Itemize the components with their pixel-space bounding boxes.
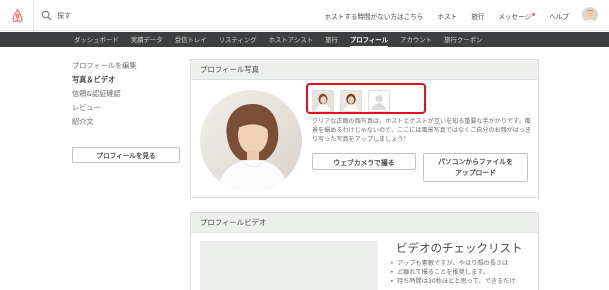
tab-stats[interactable]: 実績データ: [131, 35, 163, 44]
tab-inbox[interactable]: 受信トレイ: [175, 35, 207, 44]
video-placeholder: [200, 241, 378, 290]
search-icon: [41, 10, 52, 21]
profile-photo-hint: クリアな正面の顔写真は、ホストとゲストが互いを知る重要な手がかりです。風景を撮め…: [312, 118, 532, 143]
tab-profile[interactable]: プロフィール: [349, 35, 389, 48]
webcam-capture-button[interactable]: ウェブカメラで撮る: [312, 153, 416, 170]
video-checklist: アップも素敵ですが、やはり顔の長さは ど離れて撮ることを推奨します。 持ち時間は…: [388, 259, 538, 286]
tab-account[interactable]: アカウント: [400, 35, 432, 44]
profile-sidebar: プロフィールを編集 写真＆ビデオ 信頼&認証確認 レビュー 紹介文: [72, 59, 182, 129]
nav-messages-link[interactable]: メッセージ: [498, 11, 536, 21]
airbnb-logo-icon[interactable]: [10, 8, 25, 23]
video-checklist-item: ど離れて撮ることを推奨します。: [388, 268, 538, 277]
video-checklist-item: 持ち時間は30秒ほどと思って、できるだけ: [388, 277, 538, 286]
sidebar-item-reviews[interactable]: レビュー: [72, 101, 182, 115]
view-profile-button[interactable]: プロフィールを見る: [72, 147, 180, 163]
tab-travel-coupon[interactable]: 旅行クーポン: [444, 35, 482, 44]
nav-host-no-time-link[interactable]: ホストする時間がない方はこちら: [325, 11, 424, 21]
tab-dashboard[interactable]: ダッシュボード: [74, 35, 119, 44]
sub-nav: ダッシュボード 実績データ 受信トレイ リスティング ホストアシスト 旅行 プロ…: [0, 32, 609, 48]
user-avatar[interactable]: [582, 7, 598, 23]
upload-file-button-line1: パソコンからファイルを: [438, 157, 513, 166]
header-divider: [33, 0, 34, 31]
nav-messages-label: メッセージ: [498, 13, 532, 21]
sidebar-item-photos-video[interactable]: 写真＆ビデオ: [72, 73, 182, 87]
tab-trips[interactable]: 旅行: [325, 35, 338, 44]
profile-photo-panel-title: プロフィール写真: [191, 60, 538, 80]
notification-dot-icon: [532, 12, 536, 16]
tab-listings[interactable]: リスティング: [219, 35, 257, 44]
sidebar-item-references[interactable]: 紹介文: [72, 115, 182, 129]
thumbnail-highlight-annotation: [306, 83, 426, 114]
profile-photo-panel: プロフィール写真 クリアな正面の顔写真は、ホストとゲストが互いを知る重要な手がか…: [190, 59, 539, 198]
tab-host-assist[interactable]: ホストアシスト: [269, 35, 313, 44]
profile-video-panel-title: プロフィールビデオ: [191, 213, 538, 233]
search-input[interactable]: [57, 8, 257, 23]
sidebar-item-trust-verification[interactable]: 信頼&認証確認: [72, 87, 182, 101]
video-checklist-title: ビデオのチェックリスト: [396, 241, 523, 255]
sidebar-item-edit-profile[interactable]: プロフィールを編集: [72, 59, 182, 73]
profile-photo: [200, 90, 302, 192]
upload-file-button-line2: アップロード: [455, 168, 496, 177]
nav-trips-link[interactable]: 旅行: [471, 11, 484, 21]
top-header: ホストする時間がない方はこちら ホスト 旅行 メッセージ ヘルプ: [0, 0, 609, 31]
nav-host-link[interactable]: ホスト: [437, 11, 457, 21]
profile-video-panel: プロフィールビデオ ビデオのチェックリスト アップも素敵ですが、やはり顔の長さは…: [190, 212, 539, 290]
nav-help-link[interactable]: ヘルプ: [549, 11, 569, 21]
top-nav: ホストする時間がない方はこちら ホスト 旅行 メッセージ ヘルプ: [325, 9, 569, 23]
upload-file-button[interactable]: パソコンからファイルを アップロード: [423, 153, 528, 182]
video-checklist-item: アップも素敵ですが、やはり顔の長さは: [388, 259, 538, 268]
